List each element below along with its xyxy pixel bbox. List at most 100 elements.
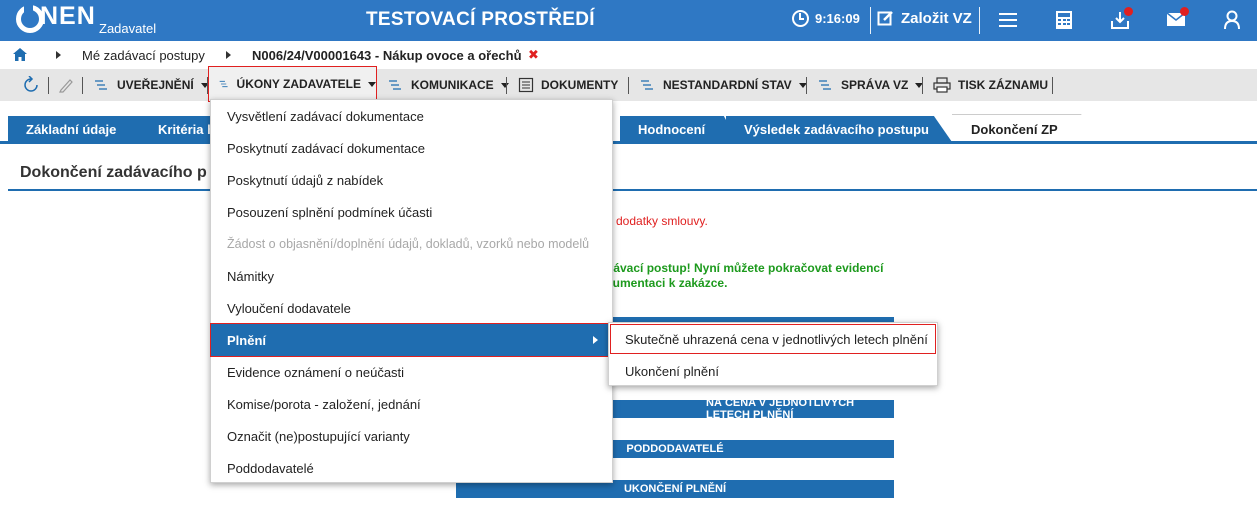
list-arrow-icon — [819, 80, 831, 90]
menu-communication[interactable]: KOMUNIKACE — [388, 69, 509, 101]
clock-time: 9:16:09 — [815, 11, 860, 26]
user-icon[interactable] — [1223, 10, 1245, 32]
dd-item-label: Vysvětlení zadávací dokumentace — [227, 108, 424, 124]
contracting-actions-dropdown: Vysvětlení zadávací dokumentace Poskytnu… — [210, 99, 613, 483]
breadcrumb-current-procedure[interactable]: N006/24/V00001643 - Nákup ovoce a ořechů — [252, 48, 522, 63]
warning-message: dodatky smlouvy. — [616, 214, 708, 228]
tab-label: Kritéria h — [158, 121, 216, 137]
menu-contracting-actions-label: ÚKONY ZADAVATELE — [236, 77, 361, 91]
success-line-2: kumentaci k zakázce. — [606, 276, 728, 290]
refresh-icon[interactable] — [22, 76, 40, 94]
caret-down-icon — [368, 81, 376, 87]
close-procedure-icon[interactable]: ✖ — [528, 47, 539, 63]
menu-print-record-label: TISK ZÁZNAMU — [958, 78, 1048, 92]
sm-paid-price-by-year[interactable]: Skutečně uhrazená cena v jednotlivých le… — [609, 323, 937, 355]
notification-dot — [1180, 7, 1189, 16]
section-bar-label: NÁ CENA V JEDNOTLIVÝCH LETECH PLNĚNÍ — [706, 397, 855, 421]
chevron-right-icon — [593, 336, 598, 344]
tab-basic-info[interactable]: Základní údaje — [8, 116, 163, 142]
session-clock: 9:16:09 — [792, 10, 860, 27]
breadcrumb: Mé zadávací postupy N006/24/V00001643 - … — [0, 41, 1257, 69]
menu-contracting-actions[interactable]: ÚKONY ZADAVATELE — [208, 66, 377, 102]
divider — [922, 77, 923, 94]
success-line-1: dávací postup! Nyní můžete pokračovat ev… — [606, 261, 884, 275]
home-icon[interactable] — [13, 48, 27, 61]
menu-nonstandard-state-label: NESTANDARDNÍ STAV — [663, 78, 792, 92]
dd-item-label: Evidence oznámení o neúčasti — [227, 364, 405, 380]
tab-label: Výsledek zadávacího postupu — [744, 121, 929, 137]
menu-hamburger-icon[interactable] — [998, 10, 1020, 32]
section-bar-label: PODDODAVATELÉ — [626, 443, 724, 455]
notification-dot — [1124, 7, 1133, 16]
tab-procedure-result[interactable]: Výsledek zadávacího postupu — [726, 116, 952, 142]
divider — [207, 77, 208, 94]
breadcrumb-my-procedures[interactable]: Mé zadávací postupy — [82, 48, 205, 63]
sm-item-label: Ukončení plnění — [625, 363, 719, 379]
section-title: Dokončení zadávacího p — [20, 164, 207, 181]
clock-icon — [792, 10, 809, 27]
dd-objections[interactable]: Námitky — [211, 260, 612, 292]
menu-publication[interactable]: UVEŘEJNĚNÍ — [94, 69, 209, 101]
divider — [48, 77, 49, 94]
list-arrow-icon — [641, 80, 653, 90]
menu-nonstandard-state[interactable]: NESTANDARDNÍ STAV — [640, 69, 807, 101]
dd-item-label: Poddodavatelé — [227, 460, 314, 476]
divider — [628, 77, 629, 94]
dd-variants[interactable]: Označit (ne)postupující varianty — [211, 420, 612, 452]
menu-documents-label: DOKUMENTY — [541, 78, 619, 92]
dd-clarification-request: Žádost o objasnění/doplnění údajů, dokla… — [211, 228, 612, 260]
menu-print-record[interactable]: TISK ZÁZNAMU — [933, 69, 1048, 101]
divider — [806, 77, 807, 94]
menu-communication-label: KOMUNIKACE — [411, 78, 494, 92]
dd-item-label: Poskytnutí zadávací dokumentace — [227, 140, 426, 156]
menu-vz-management[interactable]: SPRÁVA VZ — [818, 69, 924, 101]
top-bar: NEN Zadavatel TESTOVACÍ PROSTŘEDÍ 9:16:0… — [0, 0, 1257, 41]
dd-provide-docs[interactable]: Poskytnutí zadávací dokumentace — [211, 132, 612, 164]
tab-completion[interactable]: Dokončení ZP — [952, 114, 1102, 144]
dd-item-label: Posouzení splnění podmínek účasti — [227, 204, 433, 220]
menu-vz-management-label: SPRÁVA VZ — [841, 78, 909, 92]
dd-item-label: Plnění — [227, 332, 267, 348]
create-vz-label: Založit VZ — [901, 9, 972, 27]
dd-item-label: Námitky — [227, 268, 274, 284]
create-vz-button[interactable]: Založit VZ — [877, 9, 972, 27]
logo-subtitle: Zadavatel — [99, 21, 157, 36]
breadcrumb-separator-icon — [226, 51, 231, 59]
dd-offer-data[interactable]: Poskytnutí údajů z nabídek — [211, 164, 612, 196]
tab-evaluation[interactable]: Hodnocení — [620, 116, 738, 142]
divider — [979, 7, 980, 34]
edit-square-icon — [877, 11, 893, 26]
pencil-icon — [59, 79, 73, 93]
dd-clarification-docs[interactable]: Vysvětlení zadávací dokumentace — [211, 100, 612, 132]
fulfillment-submenu: Skutečně uhrazená cena v jednotlivých le… — [608, 322, 938, 386]
dd-committee[interactable]: Komise/porota - založení, jednání — [211, 388, 612, 420]
divider — [1052, 77, 1053, 94]
tab-label: Základní údaje — [26, 121, 117, 137]
dd-subcontractors[interactable]: Poddodavatelé — [211, 452, 612, 484]
environment-title: TESTOVACÍ PROSTŘEDÍ — [366, 9, 595, 30]
dd-fulfillment[interactable]: Plnění — [210, 323, 613, 357]
list-arrow-icon — [219, 80, 228, 88]
section-divider — [8, 189, 1257, 191]
toolbar: UVEŘEJNĚNÍ ÚKONY ZADAVATELE KOMUNIKACE D… — [0, 66, 1257, 102]
dd-non-participation[interactable]: Evidence oznámení o neúčasti — [211, 356, 612, 388]
caret-down-icon — [500, 82, 509, 88]
dd-item-label: Označit (ne)postupující varianty — [227, 428, 410, 444]
menu-documents[interactable]: DOKUMENTY — [518, 69, 618, 101]
dd-item-label: Poskytnutí údajů z nabídek — [227, 172, 384, 188]
list-arrow-icon — [389, 80, 401, 90]
divider — [506, 77, 507, 94]
tab-label: Dokončení ZP — [971, 122, 1058, 137]
tabs-underline — [0, 141, 1257, 144]
divider — [870, 7, 871, 34]
print-icon — [933, 77, 951, 93]
dd-qualification-check[interactable]: Posouzení splnění podmínek účasti — [211, 196, 612, 228]
calculator-icon[interactable] — [1055, 10, 1077, 32]
dd-item-label: Vyloučení dodavatele — [227, 300, 351, 316]
logo-text: NEN — [40, 2, 96, 30]
tab-label: Hodnocení — [638, 121, 706, 137]
dd-supplier-exclusion[interactable]: Vyloučení dodavatele — [211, 292, 612, 324]
menu-publication-label: UVEŘEJNĚNÍ — [117, 78, 194, 92]
section-bar-label: UKONČENÍ PLNĚNÍ — [623, 483, 727, 495]
sm-end-fulfillment[interactable]: Ukončení plnění — [609, 355, 937, 387]
